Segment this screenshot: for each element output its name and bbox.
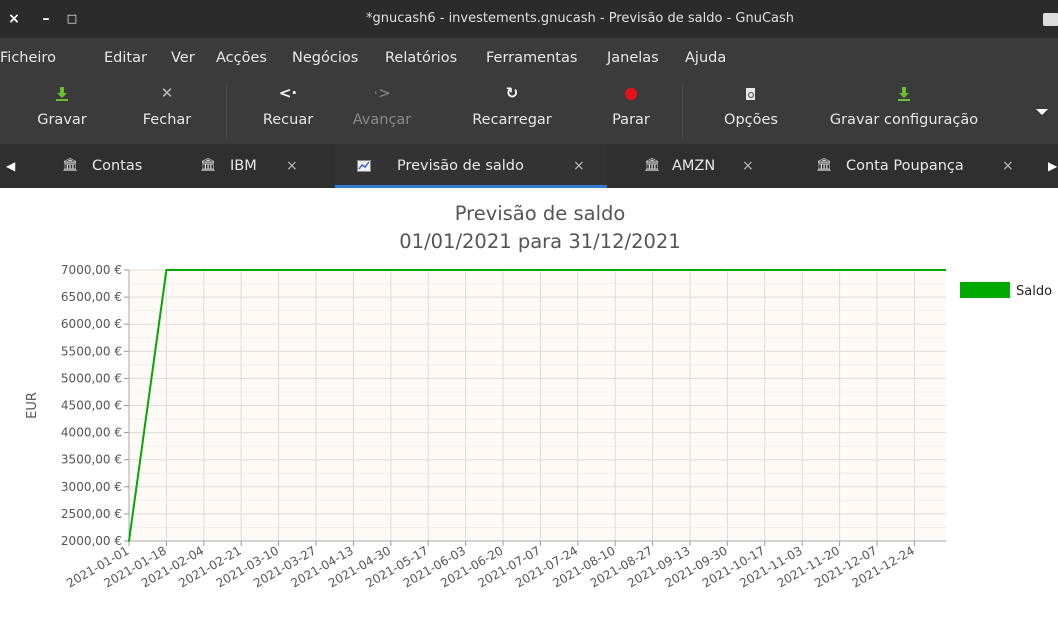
y-tick-label: 2500,00 €	[61, 507, 122, 521]
data-point	[838, 269, 841, 271]
minimize-window-button[interactable]: –	[36, 0, 56, 38]
close-window-button[interactable]: ×	[4, 0, 24, 38]
toolbar-separator	[226, 84, 227, 138]
data-point	[876, 269, 878, 271]
save-config-icon	[812, 80, 996, 106]
menu-janelas[interactable]: Janelas	[607, 38, 659, 78]
menu-negocios[interactable]: Negócios	[292, 38, 358, 78]
data-point	[352, 269, 355, 271]
menu-accoes[interactable]: Acções	[216, 38, 267, 78]
menu-ajuda[interactable]: Ajuda	[685, 38, 726, 78]
stop-icon	[596, 80, 666, 106]
forward-icon: ·>	[373, 84, 391, 102]
bank-icon: 🏛	[62, 158, 79, 173]
close-tab-icon[interactable]: ×	[742, 144, 754, 188]
data-point	[165, 269, 168, 271]
close-icon: ✕	[160, 84, 174, 102]
tab-conta-poupanca[interactable]: 🏛 Conta Poupança ×	[796, 144, 1036, 188]
legend-swatch	[960, 282, 1010, 298]
y-tick-label: 6000,00 €	[61, 317, 122, 331]
legend-label: Saldo	[1016, 284, 1052, 299]
title-bar: × – □ *gnucash6 - investements.gnucash -…	[0, 0, 1058, 38]
data-point	[801, 269, 803, 271]
data-point	[539, 269, 542, 271]
data-point	[203, 269, 205, 271]
data-point	[577, 269, 579, 271]
back-icon: <·	[278, 84, 298, 102]
dropdown-arrow-icon[interactable]	[1034, 102, 1050, 118]
reload-button[interactable]: ↻ Recarregar	[450, 78, 574, 144]
data-point	[726, 269, 729, 271]
data-point	[464, 269, 467, 271]
tab-contas[interactable]: 🏛 Contas	[26, 144, 166, 188]
save-icon	[22, 80, 102, 106]
close-tab-icon[interactable]: ×	[573, 144, 585, 188]
menu-editar[interactable]: Editar	[104, 38, 147, 78]
data-point	[913, 269, 916, 271]
maximize-window-button[interactable]: □	[62, 0, 82, 38]
menu-ver[interactable]: Ver	[171, 38, 195, 78]
data-point	[315, 269, 317, 271]
menu-ficheiro[interactable]: Ficheiro	[0, 38, 56, 78]
y-tick-label: 4500,00 €	[61, 399, 122, 413]
chart-icon	[357, 144, 371, 188]
data-point	[764, 269, 766, 271]
bank-icon: 🏛	[644, 158, 661, 173]
tab-bar: 🏛 Contas 🏛 IBM × Previsão de saldo × 🏛 A…	[0, 144, 1058, 188]
chart-area: Previsão de saldo 01/01/2021 para 31/12/…	[0, 188, 1058, 642]
data-point	[128, 540, 130, 542]
data-point	[427, 269, 430, 271]
forward-button[interactable]: ·> Avançar	[340, 78, 424, 144]
window-title: *gnucash6 - investements.gnucash - Previ…	[365, 11, 794, 26]
data-point	[502, 269, 504, 271]
balance-forecast-chart: 7000,00 € 6500,00 € 6000,00 € 5500,00 € 5000…	[25, 263, 1052, 590]
y-tick-label: 6500,00 €	[61, 290, 122, 304]
y-tick-label: 7000,00 €	[61, 263, 122, 277]
data-point	[651, 269, 654, 271]
close-tab-icon[interactable]: ×	[286, 144, 298, 188]
tab-scroll-left-icon[interactable]: ◀	[6, 144, 15, 188]
save-config-button[interactable]: Gravar configuração	[812, 78, 996, 144]
menu-bar: Ficheiro Editar Ver Acções Negócios Rela…	[0, 38, 1058, 78]
options-button[interactable]: Opções	[706, 78, 796, 144]
y-tick-label: 5000,00 €	[61, 371, 122, 385]
y-tick-label: 4000,00 €	[61, 426, 122, 440]
reload-icon: ↻	[505, 84, 519, 102]
data-point	[689, 269, 691, 271]
data-point	[390, 269, 392, 271]
tab-scroll-right-icon[interactable]: ▶	[1048, 144, 1057, 188]
y-tick-label: 2000,00 €	[61, 534, 122, 548]
menu-relatorios[interactable]: Relatórios	[385, 38, 457, 78]
tab-previsao-de-saldo[interactable]: Previsão de saldo ×	[335, 144, 607, 188]
data-point	[240, 269, 242, 271]
tab-amzn[interactable]: 🏛 AMZN ×	[626, 144, 776, 188]
close-tab-icon[interactable]: ×	[1002, 144, 1014, 188]
back-button[interactable]: <· Recuar	[246, 78, 330, 144]
stop-button[interactable]: Parar	[596, 78, 666, 144]
bank-icon: 🏛	[816, 158, 833, 173]
y-tick-label: 5500,00 €	[61, 344, 122, 358]
save-button[interactable]: Gravar	[22, 78, 102, 144]
menu-ferramentas[interactable]: Ferramentas	[486, 38, 577, 78]
bank-icon: 🏛	[200, 158, 217, 173]
gnucash-app-icon	[1043, 13, 1058, 26]
data-point	[614, 269, 616, 271]
tab-ibm[interactable]: 🏛 IBM ×	[186, 144, 316, 188]
y-tick-label: 3500,00 €	[61, 453, 122, 467]
toolbar: Gravar ✕ Fechar <· Recuar ·> Avançar ↻ R…	[0, 78, 1058, 144]
data-point	[277, 269, 280, 271]
close-button[interactable]: ✕ Fechar	[122, 78, 212, 144]
options-icon	[706, 80, 796, 106]
toolbar-separator	[682, 84, 683, 138]
y-axis-label: EUR	[25, 392, 40, 419]
y-tick-label: 3000,00 €	[61, 480, 122, 494]
